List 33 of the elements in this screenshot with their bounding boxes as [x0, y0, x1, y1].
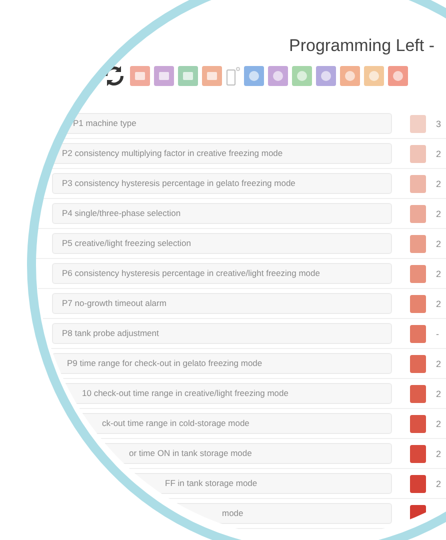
parameter-value: 2: [436, 238, 442, 248]
parameter-field[interactable]: P8 tank probe adjustment: [52, 323, 392, 344]
edit-button[interactable]: [410, 234, 426, 252]
parameter-field[interactable]: P4 single/three-phase selection: [52, 203, 392, 224]
edit-button[interactable]: [410, 414, 426, 432]
parameter-field[interactable]: P5 creative/light freezing selection: [52, 233, 392, 254]
edit-button[interactable]: [410, 204, 426, 222]
parameter-value: 2: [436, 448, 442, 458]
parameter-value: 2: [436, 478, 442, 488]
parameter-value: 2: [436, 148, 442, 158]
parameter-value: -: [436, 328, 439, 338]
edit-button[interactable]: [410, 294, 426, 312]
edit-button[interactable]: [410, 324, 426, 342]
parameter-field[interactable]: P3 consistency hysteresis percentage in gelato freezing mode: [52, 173, 392, 194]
edit-button[interactable]: [410, 264, 426, 282]
parameter-value: 2: [436, 208, 442, 218]
parameter-field[interactable]: P9 time range for check-out in gelato freezing mode: [52, 353, 392, 374]
parameter-value: 2: [436, 298, 442, 308]
parameter-field[interactable]: P7 no-growth timeout alarm: [52, 293, 392, 314]
parameter-value: 2: [436, 268, 442, 278]
parameter-value: 2: [436, 358, 442, 368]
phone-icon[interactable]: [226, 66, 240, 86]
parameter-value: 2: [436, 388, 442, 398]
edit-button[interactable]: [410, 384, 426, 402]
parameter-value: 2: [436, 178, 442, 188]
edit-button[interactable]: [410, 444, 426, 462]
parameter-value: 3: [436, 118, 442, 128]
page-title: Programming Left -: [288, 35, 436, 56]
parameter-field[interactable]: P2 consistency multiplying factor in creative freezing mode: [52, 143, 392, 164]
parameter-value: 2: [436, 418, 442, 428]
parameter-field[interactable]: P6 consistency hysteresis percentage in creative/light freezing mode: [52, 263, 392, 284]
edit-button[interactable]: [410, 474, 426, 492]
edit-button[interactable]: [410, 354, 426, 372]
